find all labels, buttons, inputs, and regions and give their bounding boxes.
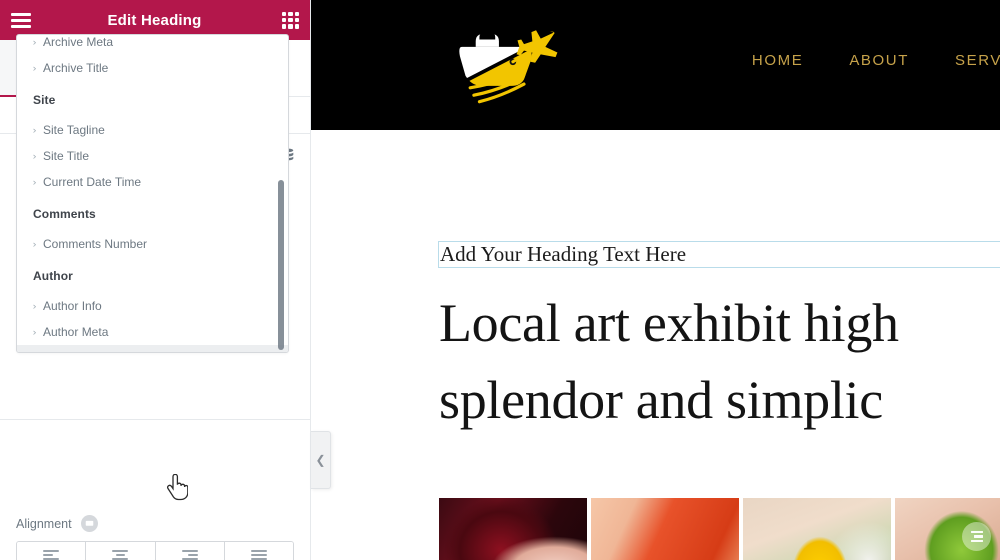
align-right-button[interactable] <box>155 542 225 560</box>
dynamic-tags-list: › Archive Meta › Archive Title Site › Site Tag… <box>17 35 288 352</box>
align-right-icon <box>181 550 198 560</box>
gallery-image-3[interactable] <box>743 498 891 560</box>
nav-item-services[interactable]: SERV <box>955 52 1000 69</box>
chevron-right-icon: › <box>32 176 37 187</box>
cruise-ship-airplane-logo <box>459 30 558 104</box>
dynamic-tags-dropdown[interactable]: › Archive Meta › Archive Title Site › Site Tag… <box>16 34 289 353</box>
dropdown-item[interactable]: › Comments Number <box>17 231 288 257</box>
grid-apps-icon[interactable] <box>282 11 299 29</box>
dropdown-item[interactable]: › Author Info <box>17 293 288 319</box>
dropdown-group-header: Site <box>33 93 56 107</box>
dropdown-item-label: Site Title <box>43 149 90 163</box>
chevron-right-icon: › <box>32 124 37 135</box>
dropdown-item-label: Current Date Time <box>43 175 142 189</box>
image-gallery <box>439 498 1000 560</box>
align-left-button[interactable] <box>17 542 87 560</box>
dropdown-group-header: Comments <box>33 207 96 221</box>
post-title-line-2: splendor and simplic <box>439 369 883 430</box>
gallery-image-2[interactable] <box>591 498 739 560</box>
align-left-icon <box>43 550 60 560</box>
heading-widget-selected[interactable]: Add Your Heading Text Here <box>438 241 1000 268</box>
dropdown-item[interactable]: › Site Tagline <box>17 117 288 143</box>
dropdown-scrollbar-thumb[interactable] <box>278 180 284 350</box>
nav-item-home[interactable]: HOME <box>752 52 803 69</box>
chevron-right-icon: › <box>32 238 37 249</box>
dropdown-item[interactable]: › Archive Title <box>17 55 288 81</box>
site-nav: HOME ABOUT SERV <box>752 52 1000 69</box>
dropdown-group-header: Author <box>33 269 73 283</box>
post-title-line-1: Local art exhibit high <box>439 293 899 353</box>
dropdown-item[interactable]: › Archive Meta <box>17 35 288 55</box>
device-toggle-icon[interactable] <box>80 515 98 532</box>
page-canvas: Add Your Heading Text Here Local art exh… <box>311 130 1000 560</box>
alignment-options <box>16 541 294 560</box>
dropdown-item-label: Site Tagline <box>43 123 105 137</box>
dropdown-item[interactable]: › Author Meta <box>17 319 288 345</box>
align-justify-icon <box>250 550 267 560</box>
dropdown-item-label: Archive Title <box>43 61 109 75</box>
control-divider <box>0 419 310 420</box>
post-title: Local art exhibit high splendor and simp… <box>439 285 1000 438</box>
dropdown-item-label: Comments Number <box>43 237 148 251</box>
gallery-image-1[interactable] <box>439 498 587 560</box>
dropdown-item[interactable]: › Site Title <box>17 143 288 169</box>
alignment-control: Alignment <box>16 515 294 560</box>
align-justify-button[interactable] <box>224 542 293 560</box>
chevron-right-icon: › <box>32 62 37 73</box>
editor-panel: Edit Heading Content <box>0 0 311 560</box>
alignment-label: Alignment <box>16 516 72 531</box>
site-preview: HOME ABOUT SERV Add Your Heading Text He… <box>311 0 1000 560</box>
dropdown-item-label: Author Name <box>43 351 114 352</box>
dropdown-item[interactable]: ›Author Name <box>17 345 288 352</box>
alignment-label-row: Alignment <box>16 515 294 532</box>
chevron-right-icon: › <box>32 326 37 337</box>
nav-item-about[interactable]: ABOUT <box>849 52 909 69</box>
site-header: HOME ABOUT SERV <box>311 0 1000 130</box>
heading-widget-text: Add Your Heading Text Here <box>440 242 687 266</box>
elementor-bars <box>970 530 983 543</box>
chevron-left-icon: ❮ <box>315 453 326 467</box>
panel-collapse-handle[interactable]: ❮ <box>311 431 331 489</box>
chevron-right-icon: › <box>32 300 37 311</box>
dropdown-item-label: Author Info <box>43 299 102 313</box>
dropdown-item-label: Author Meta <box>43 325 109 339</box>
elementor-logo-icon[interactable] <box>962 522 991 551</box>
chevron-right-icon: › <box>32 150 37 161</box>
dropdown-item[interactable]: › Current Date Time <box>17 169 288 195</box>
site-logo[interactable] <box>446 18 576 113</box>
align-center-button[interactable] <box>86 542 156 560</box>
align-center-icon <box>112 550 129 560</box>
dropdown-item-label: Archive Meta <box>43 35 114 49</box>
elementor-editor-screen: Edit Heading Content <box>0 0 1000 560</box>
chevron-right-icon: › <box>32 36 37 47</box>
panel-title: Edit Heading <box>107 11 202 29</box>
